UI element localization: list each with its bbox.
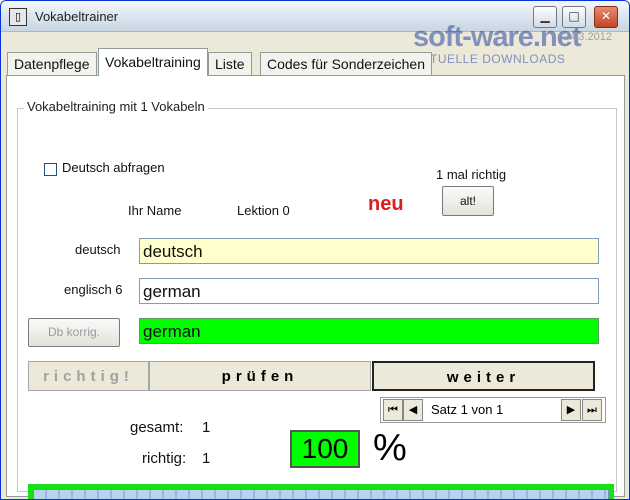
record-navigator: ⏮ ◀ Satz 1 von 1 ▶ ⏭	[380, 397, 606, 423]
watermark-subtitle: AKTUELLE DOWNLOADS	[413, 52, 566, 66]
progress-bar	[28, 484, 614, 499]
last-record-icon[interactable]: ⏭	[582, 399, 602, 421]
alt-button[interactable]: alt!	[442, 186, 494, 216]
window-title: Vokabeltrainer	[35, 9, 119, 24]
db-korrig-button[interactable]: Db korrig.	[28, 318, 120, 347]
tab-liste[interactable]: Liste	[208, 52, 252, 75]
deutsch-abfragen-checkbox[interactable]	[44, 163, 57, 176]
tab-datenpflege[interactable]: Datenpflege	[7, 52, 97, 75]
englisch-label: englisch 6	[64, 282, 123, 297]
percent-sign: %	[373, 427, 407, 469]
deutsch-field[interactable]: deutsch	[139, 238, 599, 264]
tab-vokabeltraining[interactable]: Vokabeltraining	[98, 48, 208, 76]
gesamt-label: gesamt:	[130, 419, 184, 436]
gesamt-value: 1	[202, 419, 211, 436]
percent-display: 100	[290, 430, 360, 468]
pruefen-button[interactable]: prüfen	[149, 361, 371, 391]
lektion-label: Lektion 0	[237, 203, 290, 218]
next-record-icon[interactable]: ▶	[561, 399, 581, 421]
title-bar[interactable]: ▯ Vokabeltrainer soft-ware.net 2.03.2012…	[1, 1, 629, 66]
training-group: Vokabeltraining mit 1 Vokabeln Deutsch a…	[17, 99, 617, 499]
maximize-button[interactable]: □	[562, 6, 586, 28]
richtig-label: richtig:	[142, 450, 187, 467]
englisch-input[interactable]: german	[139, 278, 599, 304]
name-label: Ihr Name	[128, 203, 182, 218]
first-record-icon[interactable]: ⏮	[383, 399, 403, 421]
richtig-value: 1	[202, 450, 211, 467]
result-field: german	[139, 318, 599, 344]
tab-codes-sonderzeichen[interactable]: Codes für Sonderzeichen	[260, 52, 432, 75]
status-new-label: neu	[368, 193, 404, 215]
prev-record-icon[interactable]: ◀	[403, 399, 423, 421]
weiter-button[interactable]: weiter	[372, 361, 595, 391]
progress-fill	[33, 489, 609, 499]
deutsch-abfragen-label: Deutsch abfragen	[62, 160, 165, 175]
record-position: Satz 1 von 1	[431, 402, 504, 417]
minimize-button[interactable]: ▁	[533, 6, 557, 28]
mal-richtig-count: 1 mal richtig	[436, 167, 507, 182]
deutsch-label: deutsch	[75, 242, 121, 257]
richtig-button[interactable]: richtig!	[28, 361, 149, 391]
watermark-date: 2.03.2012	[563, 31, 612, 43]
watermark: soft-ware.net 2.03.2012 AKTUELLE DOWNLOA…	[413, 21, 612, 66]
tab-panel: Vokabeltraining mit 1 Vokabeln Deutsch a…	[6, 75, 625, 499]
app-window: ▯ Vokabeltrainer soft-ware.net 2.03.2012…	[0, 0, 630, 500]
close-button[interactable]: ✕	[594, 6, 618, 28]
book-icon: ▯	[9, 8, 27, 26]
group-title: Vokabeltraining mit 1 Vokabeln	[24, 99, 208, 114]
